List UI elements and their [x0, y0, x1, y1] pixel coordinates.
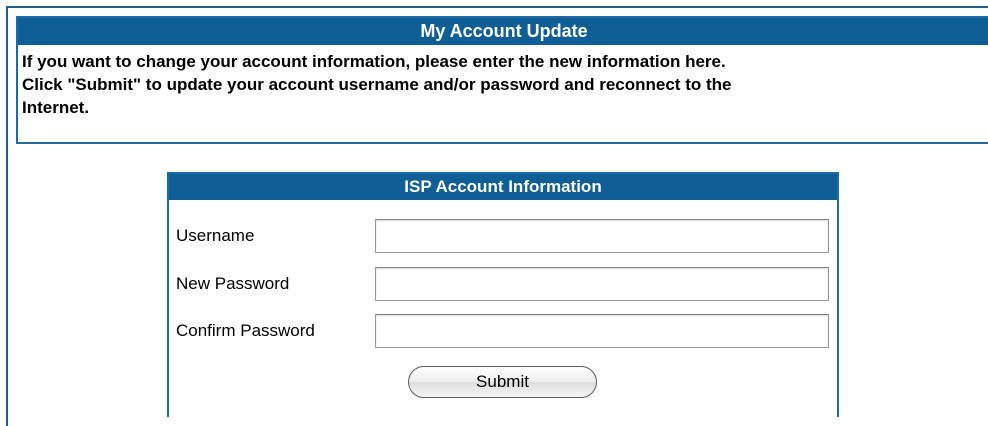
confirm-password-input[interactable] — [375, 314, 829, 348]
new-password-row: New Password — [169, 264, 837, 304]
account-update-title: My Account Update — [18, 18, 988, 45]
new-password-label: New Password — [176, 274, 290, 293]
isp-account-panel: ISP Account Information Username New Pas… — [167, 172, 839, 417]
username-label: Username — [176, 226, 255, 245]
isp-account-title: ISP Account Information — [169, 174, 837, 200]
confirm-password-row: Confirm Password — [169, 311, 837, 351]
new-password-input[interactable] — [375, 267, 829, 301]
account-update-section: My Account Update If you want to change … — [16, 16, 988, 144]
description-line: Internet. — [22, 98, 90, 117]
username-input[interactable] — [375, 219, 829, 253]
description-line: Click "Submit" to update your account us… — [22, 75, 732, 94]
description-line: If you want to change your account infor… — [22, 52, 726, 71]
username-row: Username — [169, 216, 837, 256]
account-update-description: If you want to change your account infor… — [18, 45, 988, 119]
submit-button[interactable]: Submit — [408, 366, 597, 398]
confirm-password-label: Confirm Password — [176, 321, 315, 340]
